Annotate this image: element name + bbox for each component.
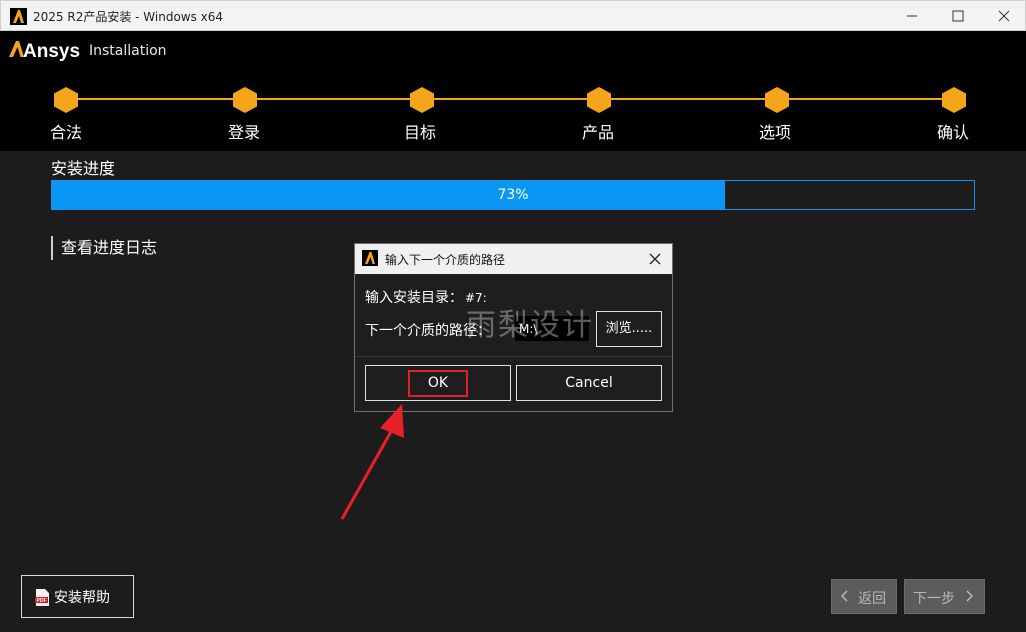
step-label-options: 选项	[759, 123, 792, 142]
next-button[interactable]: 下一步	[904, 579, 985, 614]
chevron-left-icon	[840, 590, 848, 602]
install-help-label: 安装帮助	[54, 590, 110, 606]
header-subtitle: Installation	[89, 43, 167, 59]
close-icon	[649, 253, 661, 265]
step-label-legal: 合法	[50, 123, 83, 142]
chevron-right-icon	[966, 590, 974, 602]
svg-text:PDF: PDF	[37, 598, 47, 604]
ansys-app-icon	[10, 8, 27, 25]
close-icon	[998, 10, 1010, 22]
svg-text:Ansys: Ansys	[23, 41, 80, 62]
install-help-button[interactable]: PDF 安装帮助	[21, 575, 134, 618]
back-button[interactable]: 返回	[831, 579, 897, 614]
ansys-logo: Ansys	[9, 38, 81, 62]
ansys-app-icon	[362, 250, 378, 266]
installer-header: Ansys Installation 合法 登录 目标 产品 选项 确认	[0, 31, 1026, 153]
dialog-title: 输入下一个介质的路径	[385, 253, 506, 267]
pdf-icon: PDF	[35, 589, 49, 606]
browse-button[interactable]: 浏览.....	[596, 311, 662, 347]
watermark-text: 雨梨设计	[466, 308, 594, 343]
minimize-button[interactable]	[889, 1, 935, 31]
dialog-divider	[355, 356, 672, 357]
maximize-button[interactable]	[935, 1, 981, 31]
step-hexagon-icon	[765, 87, 789, 113]
progress-title: 安装进度	[51, 159, 116, 178]
step-hexagon-icon	[410, 87, 434, 113]
minimize-icon	[907, 15, 917, 17]
close-button[interactable]	[981, 1, 1026, 31]
step-label-login: 登录	[228, 123, 261, 142]
step-label-target: 目标	[404, 123, 437, 142]
view-progress-log-link[interactable]: 查看进度日志	[51, 236, 157, 260]
cancel-button[interactable]: Cancel	[516, 365, 662, 401]
progress-percent-text: 73%	[497, 187, 529, 203]
progress-bar: 73%	[51, 180, 975, 210]
step-label-products: 产品	[582, 123, 615, 142]
step-hexagon-icon	[233, 87, 257, 113]
install-dir-label: 输入安装目录：	[365, 290, 463, 306]
ok-button[interactable]: OK	[365, 365, 511, 401]
maximize-icon	[952, 10, 964, 22]
back-button-label: 返回	[858, 591, 886, 607]
step-hexagon-icon	[54, 87, 78, 113]
next-button-label: 下一步	[913, 591, 955, 607]
step-hexagon-icon	[587, 87, 611, 113]
dialog-titlebar: 输入下一个介质的路径	[355, 244, 672, 274]
step-hexagon-icon	[942, 87, 966, 113]
step-label-confirm: 确认	[937, 123, 970, 142]
step-progress-line	[66, 98, 954, 100]
window-title: 2025 R2产品安装 - Windows x64	[33, 10, 224, 24]
ok-button-label: OK	[408, 370, 468, 397]
window-titlebar: 2025 R2产品安装 - Windows x64	[0, 0, 1026, 31]
dialog-close-button[interactable]	[645, 249, 665, 269]
